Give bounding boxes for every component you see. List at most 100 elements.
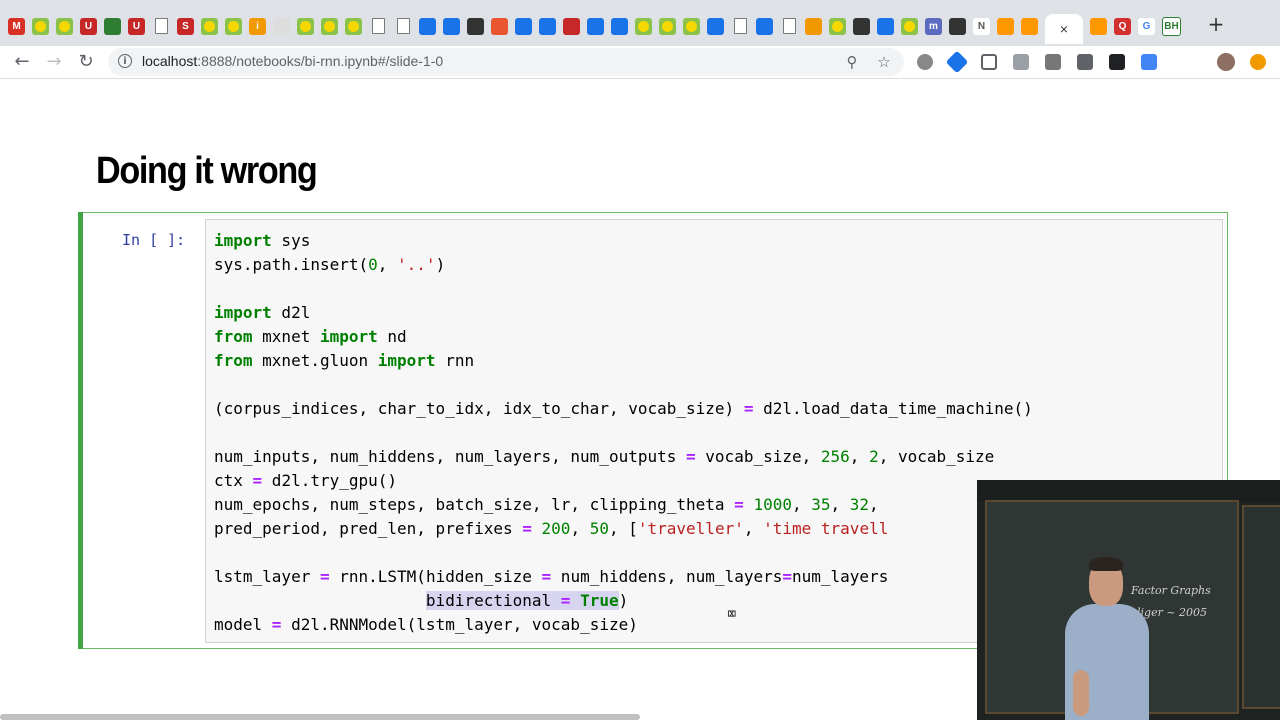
code-token: =	[319, 567, 330, 586]
code-token: nd	[377, 327, 407, 346]
tab-favicon-icon[interactable]	[1021, 17, 1038, 35]
code-token: =	[522, 519, 532, 538]
address-bar[interactable]: i localhost:8888/notebooks/bi-rnn.ipynb#…	[108, 48, 904, 76]
tab-favicon-icon[interactable]	[1090, 17, 1107, 35]
tab-favicon-icon[interactable]	[997, 17, 1014, 35]
code-line: pred_period, pred_len, prefixes = 200, 5…	[214, 517, 1033, 541]
tab-favicon-icon[interactable]	[491, 17, 508, 35]
url-path: :8888/notebooks/bi-rnn.ipynb#/slide-1-0	[197, 53, 444, 69]
code-token: from	[214, 351, 253, 370]
code-token: import	[214, 231, 272, 250]
tab-favicon-row: M U U Si m N × Q G BH	[8, 12, 1188, 44]
tab-favicon-icon[interactable]	[32, 17, 49, 35]
back-icon[interactable]: ←	[11, 51, 33, 73]
code-token: =	[782, 567, 792, 586]
code-token: True	[580, 591, 619, 610]
tab-favicon-icon[interactable]	[443, 17, 460, 35]
tab-favicon-icon[interactable]	[539, 17, 556, 35]
tab-favicon-icon[interactable]: S	[177, 17, 194, 35]
tab-favicon-icon[interactable]	[321, 17, 338, 35]
code-token: 256	[820, 447, 850, 466]
tab-favicon-icon[interactable]	[225, 17, 242, 35]
tab-favicon-icon[interactable]	[587, 17, 604, 35]
tab-favicon-icon[interactable]: i	[249, 17, 266, 35]
tab-favicon-icon[interactable]	[877, 17, 894, 35]
camera-icon[interactable]	[1077, 54, 1093, 70]
tab-favicon-icon[interactable]	[397, 18, 410, 34]
tab-favicon-icon[interactable]	[467, 17, 484, 35]
tab-favicon-icon[interactable]	[829, 17, 846, 35]
close-tab-icon[interactable]: ×	[1045, 14, 1083, 44]
tab-favicon-icon[interactable]: m	[925, 17, 942, 35]
tab-favicon-icon[interactable]	[104, 17, 121, 35]
extension-cloud-icon[interactable]	[1013, 54, 1029, 70]
bookmark-star-icon[interactable]: ☆	[874, 52, 894, 72]
amazon-icon[interactable]	[1173, 54, 1189, 70]
code-token: 0	[368, 255, 378, 274]
browser-toolbar: ← → ↻ i localhost:8888/notebooks/bi-rnn.…	[0, 46, 1280, 79]
code-line: num_epochs, num_steps, batch_size, lr, c…	[214, 493, 1033, 517]
extension-gear-icon[interactable]	[917, 54, 933, 70]
pocket-icon[interactable]	[981, 54, 997, 70]
tab-favicon-icon[interactable]	[372, 18, 385, 34]
tab-favicon-icon[interactable]: BH	[1162, 16, 1181, 36]
reload-icon[interactable]: ↻	[75, 51, 97, 73]
code-token: , [	[608, 519, 638, 538]
tab-favicon-icon[interactable]	[783, 18, 796, 34]
code-token: import	[214, 303, 272, 322]
tab-favicon-icon[interactable]	[611, 17, 628, 35]
text-cursor-icon: ⌧	[727, 604, 737, 623]
tab-favicon-icon[interactable]	[901, 17, 918, 35]
code-line: ctx = d2l.try_gpu()	[214, 469, 1033, 493]
horizontal-scrollbar[interactable]	[0, 714, 640, 720]
tab-favicon-icon[interactable]	[419, 17, 436, 35]
profile-avatar[interactable]	[1217, 53, 1235, 71]
new-tab-button[interactable]: +	[1206, 14, 1226, 34]
code-token: =	[271, 615, 282, 634]
tab-favicon-icon[interactable]	[734, 18, 747, 34]
slide-title: Doing it wrong	[96, 150, 318, 192]
tab-favicon-icon[interactable]	[949, 17, 966, 35]
tab-favicon-icon[interactable]	[297, 17, 314, 35]
tab-favicon-icon[interactable]	[683, 17, 700, 35]
tab-favicon-icon[interactable]	[853, 17, 870, 35]
tab-favicon-icon[interactable]	[345, 17, 362, 35]
code-token: num_inputs, num_hiddens, num_layers, num…	[214, 447, 687, 466]
forward-icon[interactable]: →	[43, 51, 65, 73]
tab-favicon-icon[interactable]	[201, 17, 218, 35]
tab-favicon-icon[interactable]	[515, 17, 532, 35]
extension-grid-icon[interactable]	[1045, 54, 1061, 70]
code-token: 35	[811, 495, 831, 514]
tab-favicon-icon[interactable]: U	[128, 17, 145, 35]
url-text[interactable]: localhost:8888/notebooks/bi-rnn.ipynb#/s…	[142, 53, 443, 69]
extension-dark-icon[interactable]	[1109, 54, 1125, 70]
tab-favicon-icon[interactable]	[273, 17, 290, 35]
code-line: from mxnet.gluon import rnn	[214, 349, 1033, 373]
cell-prompt: In [ ]:	[122, 231, 186, 249]
translate-icon[interactable]	[1141, 54, 1157, 70]
tab-favicon-icon[interactable]	[563, 17, 580, 35]
tab-favicon-icon[interactable]	[756, 17, 773, 35]
tab-favicon-icon[interactable]: Q	[1114, 17, 1131, 35]
tab-favicon-icon[interactable]	[805, 17, 822, 35]
tab-favicon-icon[interactable]: N	[973, 17, 990, 35]
tab-favicon-icon[interactable]	[635, 17, 652, 35]
code-line: lstm_layer = rnn.LSTM(hidden_size = num_…	[214, 565, 1033, 589]
tab-favicon-icon[interactable]: G	[1138, 17, 1155, 35]
site-info-icon[interactable]: i	[118, 54, 132, 68]
tab-favicon-icon[interactable]	[155, 18, 168, 34]
tab-favicon-icon[interactable]: U	[80, 17, 97, 35]
code-editor[interactable]: import sys sys.path.insert(0, '..') impor…	[214, 229, 1033, 637]
tab-favicon-icon[interactable]: M	[8, 17, 25, 35]
tab-favicon-icon[interactable]	[659, 17, 676, 35]
tab-favicon-icon[interactable]	[56, 17, 73, 35]
code-token: 2	[869, 447, 879, 466]
zoom-icon[interactable]: ⚲	[842, 52, 862, 72]
code-token: pred_period, pred_len, prefixes	[214, 519, 523, 538]
tab-favicon-icon[interactable]	[707, 17, 724, 35]
extension-diamond-icon[interactable]	[945, 50, 969, 74]
update-icon[interactable]	[1250, 54, 1266, 70]
